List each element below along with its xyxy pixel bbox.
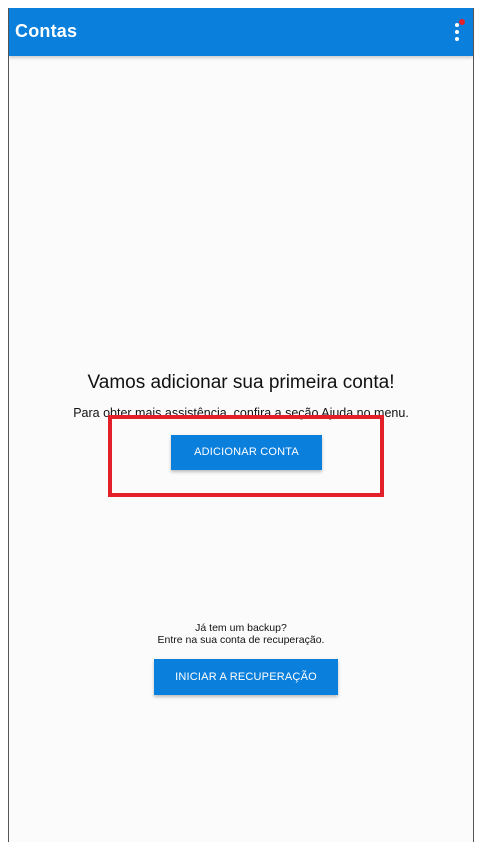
empty-state-subtitle: Para obter mais assistência, confira a s… — [73, 406, 409, 420]
notification-dot — [459, 19, 465, 25]
start-recovery-button[interactable]: INICIAR A RECUPERAÇÃO — [154, 659, 338, 695]
add-account-button[interactable]: ADICIONAR CONTA — [171, 435, 322, 470]
page-title: Contas — [15, 21, 78, 41]
app-screen: Contas Vamos adicionar sua primeira cont… — [8, 8, 474, 842]
app-bar: Contas — [9, 8, 473, 56]
backup-question: Já tem um backup? — [195, 622, 287, 634]
more-vert-icon — [455, 19, 465, 41]
empty-state-title: Vamos adicionar sua primeira conta! — [87, 372, 395, 393]
backup-instruction: Entre na sua conta de recuperação. — [157, 634, 325, 646]
overflow-menu-button[interactable] — [445, 16, 473, 48]
